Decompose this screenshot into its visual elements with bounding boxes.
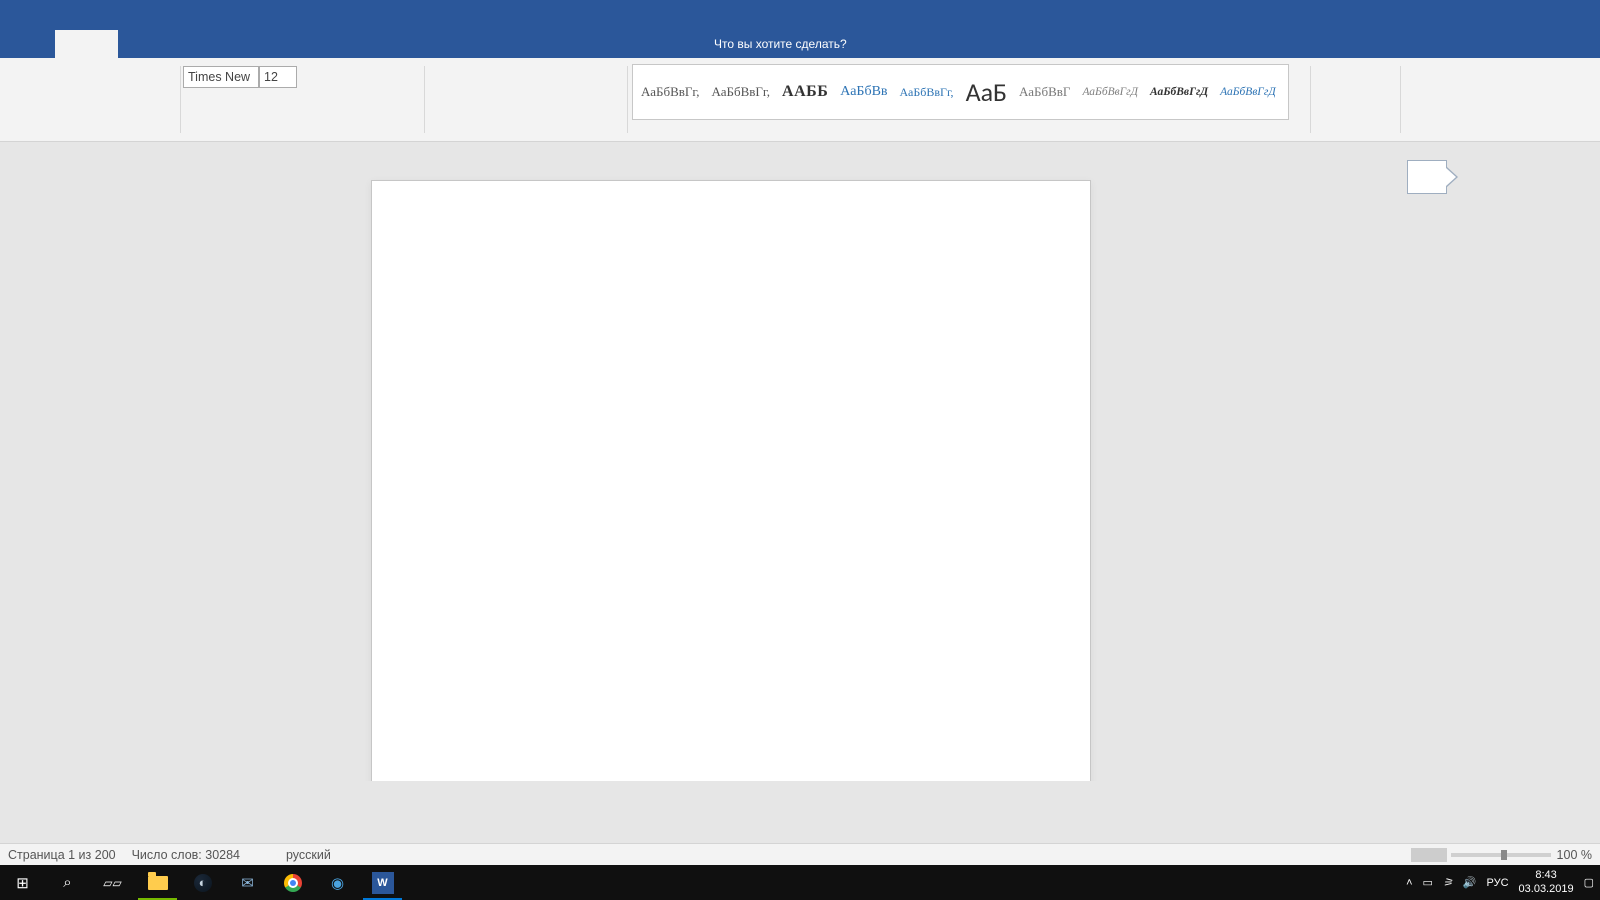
style-item[interactable]: АаБбВвГ xyxy=(1017,80,1072,104)
ribbon: АаБбВвГг, АаБбВвГг, ААББ АаБбВв АаБбВвГг, АаБ… xyxy=(0,58,1600,142)
tray-clock[interactable]: 8:43 03.03.2019 xyxy=(1519,869,1574,895)
margin-tag[interactable] xyxy=(1407,160,1447,194)
taskbar-app-mail[interactable]: ✉ xyxy=(225,865,270,900)
taskbar-app-explorer[interactable] xyxy=(135,865,180,900)
ribbon-divider xyxy=(627,66,628,133)
document-page[interactable] xyxy=(371,180,1091,781)
status-left: Страница 1 из 200 Число слов: 30284 русс… xyxy=(0,848,331,862)
ribbon-tabstrip: Что вы хотите сделать? xyxy=(0,30,1600,58)
style-item[interactable]: ААББ xyxy=(780,79,830,105)
tray-chevron-icon[interactable]: ˄ xyxy=(1406,877,1412,889)
system-tray: ˄ ▭ ⚞ 🔊 РУС 8:43 03.03.2019 ▢ xyxy=(1406,869,1600,895)
titlebar-corner xyxy=(0,0,62,30)
taskview-icon: ▱▱ xyxy=(103,876,121,890)
style-item[interactable]: АаБбВвГг, xyxy=(710,80,773,104)
taskbar-app-chrome[interactable] xyxy=(270,865,315,900)
search-button[interactable]: ⌕ xyxy=(45,865,90,900)
ribbon-divider xyxy=(1400,66,1401,133)
titlebar-right xyxy=(62,0,1600,30)
tell-me-prompt[interactable]: Что вы хотите сделать? xyxy=(714,37,847,51)
tray-volume-icon[interactable]: 🔊 xyxy=(1463,876,1477,889)
taskbar-app-steam[interactable]: ◐ xyxy=(180,865,225,900)
tray-time: 8:43 xyxy=(1519,869,1574,882)
styles-gallery[interactable]: АаБбВвГг, АаБбВвГг, ААББ АаБбВв АаБбВвГг, АаБ… xyxy=(632,64,1289,120)
start-button[interactable]: ⊞ xyxy=(0,865,45,900)
font-size-input[interactable] xyxy=(259,66,297,88)
status-bar: Страница 1 из 200 Число слов: 30284 русс… xyxy=(0,843,1600,865)
ribbon-divider xyxy=(1310,66,1311,133)
task-view-button[interactable]: ▱▱ xyxy=(90,865,135,900)
zoom-slider[interactable] xyxy=(1451,853,1551,857)
status-page[interactable]: Страница 1 из 200 xyxy=(8,848,116,862)
font-group xyxy=(183,66,297,88)
font-name-input[interactable] xyxy=(183,66,259,88)
ribbon-divider xyxy=(424,66,425,133)
tray-wifi-icon[interactable]: ⚞ xyxy=(1443,876,1453,889)
style-item[interactable]: АаБбВвГг, xyxy=(639,80,702,104)
style-item[interactable]: АаБ xyxy=(964,72,1009,112)
chrome-icon xyxy=(284,874,302,892)
zoom-slider-thumb[interactable] xyxy=(1501,850,1507,860)
document-area xyxy=(0,142,1600,781)
taskbar-app-sync[interactable]: ◉ xyxy=(315,865,360,900)
style-item[interactable]: АаБбВвГг, xyxy=(898,81,956,104)
ribbon-tab-spacer: Что вы хотите сделать? xyxy=(118,30,1600,58)
status-language[interactable]: русский xyxy=(286,848,331,862)
search-icon: ⌕ xyxy=(63,874,71,891)
status-zoom[interactable]: 100 % xyxy=(1557,848,1592,862)
tray-language[interactable]: РУС xyxy=(1487,877,1509,889)
status-right: 100 % xyxy=(1451,848,1600,862)
status-words[interactable]: Число слов: 30284 xyxy=(132,848,240,862)
horizontal-scroll-thumb[interactable] xyxy=(1411,848,1447,862)
taskbar-app-word[interactable]: W xyxy=(360,865,405,900)
steam-icon: ◐ xyxy=(194,874,212,892)
mail-icon: ✉ xyxy=(241,874,254,892)
ribbon-tab-active[interactable] xyxy=(55,30,118,58)
windows-icon: ⊞ xyxy=(16,874,29,892)
style-item[interactable]: АаБбВв xyxy=(838,80,889,104)
folder-icon xyxy=(148,876,168,890)
tray-notifications-icon[interactable]: ▢ xyxy=(1584,876,1594,889)
tray-date: 03.03.2019 xyxy=(1519,883,1574,896)
word-icon: W xyxy=(372,872,394,894)
style-item[interactable]: АаБбВвГгД xyxy=(1080,82,1140,102)
style-item[interactable]: АаБбВвГгД xyxy=(1148,82,1210,102)
ribbon-divider xyxy=(180,66,181,133)
windows-taskbar: ⊞ ⌕ ▱▱ ◐ ✉ ◉ W ˄ ▭ ⚞ 🔊 РУС 8:43 03.03.20… xyxy=(0,865,1600,900)
sync-icon: ◉ xyxy=(331,874,344,892)
style-item[interactable]: АаБбВвГгД xyxy=(1218,82,1278,102)
tray-battery-icon[interactable]: ▭ xyxy=(1423,876,1433,889)
window-titlebar xyxy=(0,0,1600,30)
